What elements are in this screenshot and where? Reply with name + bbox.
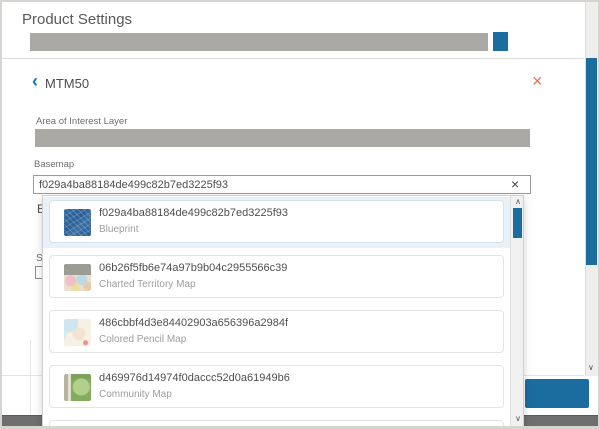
redacted-subtitle-bar xyxy=(30,33,488,51)
clear-input-icon[interactable]: × xyxy=(511,176,519,192)
basemap-dropdown: f029a4ba88184de499c82b7ed3225f93 Bluepri… xyxy=(42,195,524,429)
back-link-mtm50[interactable]: MTM50 xyxy=(45,76,89,91)
primary-action-button[interactable] xyxy=(525,379,589,408)
basemap-field-label: Basemap xyxy=(34,159,74,170)
basemap-item-name: Charted Territory Map xyxy=(99,279,196,290)
basemap-thumbnail xyxy=(64,319,91,346)
basemap-item-id: f029a4ba88184de499c82b7ed3225f93 xyxy=(99,207,288,219)
frame-edge-left xyxy=(0,0,2,429)
basemap-item-name: Blueprint xyxy=(99,224,138,235)
basemap-thumbnail xyxy=(64,209,91,236)
main-scroll-down-icon[interactable]: ∨ xyxy=(588,364,594,372)
basemap-item-id: 486cbbf4d3e84402903a656396a2984f xyxy=(99,317,288,329)
close-icon[interactable]: × xyxy=(532,72,543,90)
dropdown-scroll-down-icon[interactable]: ∨ xyxy=(515,415,521,423)
aoi-field-label: Area of Interest Layer xyxy=(36,116,127,127)
basemap-item-id: 06b26f5fb6e74a97b9b04c2955566c39 xyxy=(99,262,287,274)
list-item[interactable]: d469976d14974f0daccc52d0a61949b6 Communi… xyxy=(43,362,510,413)
basemap-thumbnail xyxy=(64,264,91,291)
page-title: Product Settings xyxy=(22,11,132,28)
frame-edge-top xyxy=(0,0,600,2)
back-chevron-icon[interactable]: ‹ xyxy=(32,73,38,89)
product-settings-dialog: Product Settings ‹ MTM50 × Area of Inter… xyxy=(0,0,600,429)
basemap-item-id: d469976d14974f0daccc52d0a61949b6 xyxy=(99,372,290,384)
list-item[interactable]: 486cbbf4d3e84402903a656396a2984f Colored… xyxy=(43,307,510,358)
dropdown-scrollbar-track[interactable]: ∧ ∨ xyxy=(510,196,523,428)
basemap-thumbnail xyxy=(64,374,91,401)
dropdown-scroll-up-icon[interactable]: ∧ xyxy=(515,198,521,206)
list-item[interactable]: f029a4ba88184de499c82b7ed3225f93 Bluepri… xyxy=(43,197,510,248)
main-scrollbar-thumb[interactable] xyxy=(586,58,597,265)
basemap-item-name: Colored Pencil Map xyxy=(99,334,186,345)
list-item[interactable]: 06b26f5fb6e74a97b9b04c2955566c39 Charted… xyxy=(43,252,510,303)
header-divider xyxy=(2,58,584,59)
basemap-input[interactable] xyxy=(33,175,531,194)
dropdown-scrollbar-thumb[interactable] xyxy=(513,208,522,238)
redacted-aoi-field[interactable] xyxy=(35,129,530,147)
clipped-panel-border xyxy=(30,340,31,414)
subtitle-accent-block xyxy=(493,32,508,51)
basemap-dropdown-list: f029a4ba88184de499c82b7ed3225f93 Bluepri… xyxy=(43,196,510,428)
basemap-item-name: Community Map xyxy=(99,389,172,400)
